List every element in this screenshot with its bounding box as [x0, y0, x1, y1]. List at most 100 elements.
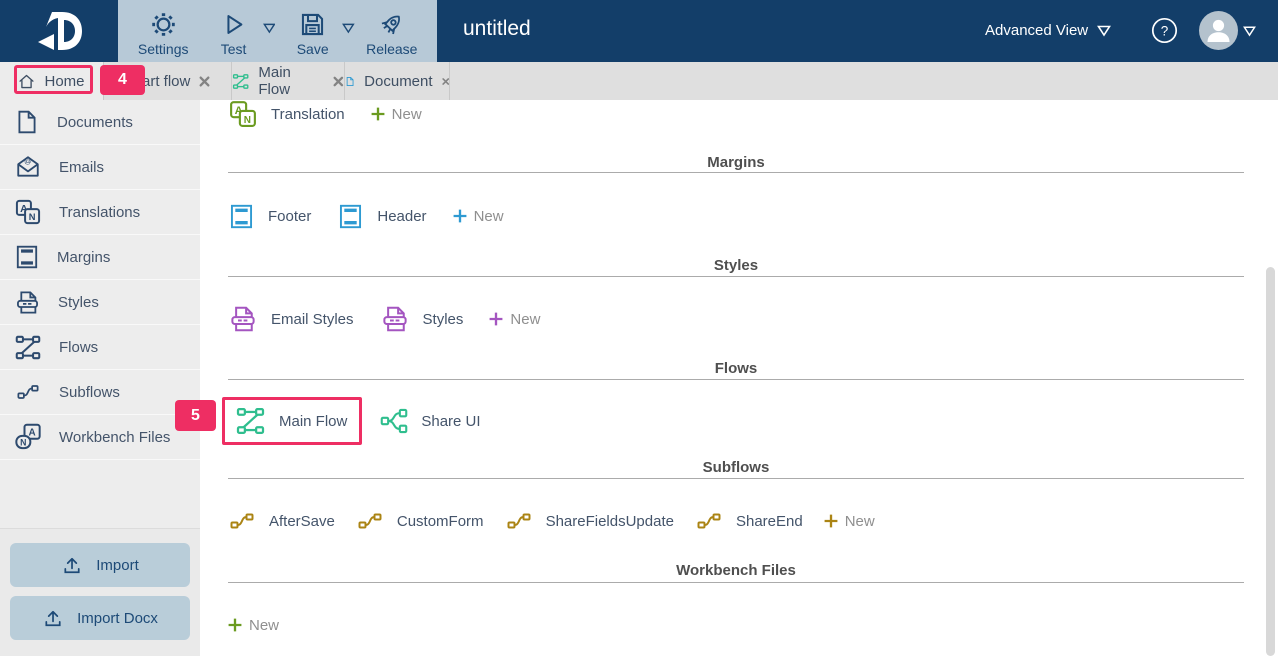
- import-docx-button[interactable]: Import Docx: [10, 596, 190, 640]
- tab-main-flow[interactable]: Main Flow: [232, 62, 345, 100]
- content-item-footer[interactable]: Footer: [228, 201, 311, 232]
- section-title-flows: Flows: [714, 360, 758, 377]
- tab-document[interactable]: Document: [345, 62, 450, 100]
- avatar[interactable]: [1199, 11, 1238, 50]
- toolbar: Settings Test Save Release: [118, 0, 437, 62]
- svg-text:N: N: [20, 438, 26, 448]
- tab-home-label: Home: [44, 72, 85, 90]
- subflow-icon: [228, 509, 256, 533]
- content-item-customform[interactable]: CustomForm: [356, 509, 484, 533]
- content-item-shareend[interactable]: ShareEnd: [695, 509, 803, 533]
- flow-icon: [235, 406, 266, 436]
- section-title-styles: Styles: [713, 257, 759, 274]
- content-item-label: AfterSave: [269, 512, 335, 530]
- content-item-label: Main Flow: [279, 412, 348, 430]
- content-item-header[interactable]: Header: [337, 201, 427, 232]
- content-item-aftersave[interactable]: AfterSave: [228, 509, 335, 533]
- test-button[interactable]: Test: [198, 0, 268, 57]
- save-label: Save: [296, 41, 329, 57]
- close-icon[interactable]: [441, 76, 449, 87]
- content-item-styles[interactable]: Styles: [380, 304, 463, 334]
- content-item-main-flow[interactable]: Main Flow: [235, 406, 347, 436]
- new-style-button[interactable]: New: [489, 311, 540, 328]
- help-icon[interactable]: ?: [1151, 17, 1178, 44]
- sidebar-item-workbench-files[interactable]: A N Workbench Files: [0, 415, 200, 460]
- user-menu-caret-icon[interactable]: [1243, 25, 1256, 37]
- section-title-margins: Margins: [707, 154, 765, 171]
- top-bar: Settings Test Save Release untitled Adva…: [0, 0, 1278, 62]
- sidebar-item-subflows[interactable]: Subflows: [0, 370, 200, 415]
- vertical-scrollbar[interactable]: [1266, 267, 1275, 656]
- annotation-box-main-flow: Main Flow: [222, 397, 363, 445]
- sidebar-item-margins[interactable]: Margins: [0, 235, 200, 280]
- sidebar-item-translations[interactable]: A N Translations: [0, 190, 200, 235]
- new-button-label: New: [249, 616, 280, 634]
- tab-home[interactable]: Home: [0, 62, 104, 100]
- sidebar-item-label: Styles: [58, 293, 99, 311]
- new-button-label: New: [844, 512, 875, 530]
- content-item-label: Share UI: [421, 412, 481, 430]
- sidebar-item-documents[interactable]: Documents: [0, 100, 200, 145]
- new-button-label: New: [510, 310, 541, 328]
- subflow-icon: [695, 509, 723, 533]
- styles-section-row: Email Styles Styles New: [228, 303, 540, 335]
- sidebar-item-emails[interactable]: @ Emails: [0, 145, 200, 190]
- annotation-badge-4: 4: [100, 65, 145, 95]
- new-button-label: New: [391, 105, 422, 123]
- sidebar-item-label: Subflows: [59, 383, 120, 401]
- main-content: A N Translation New Margins Footer Heade…: [175, 99, 1278, 656]
- workbench-section-row: New: [228, 612, 279, 638]
- content-item-sharefieldsupdate[interactable]: ShareFieldsUpdate: [505, 509, 674, 533]
- flow-icon: [232, 73, 249, 89]
- play-icon: [227, 15, 243, 34]
- content-item-share-ui[interactable]: Share UI: [380, 406, 481, 436]
- margins-section-row: Footer Header New: [228, 200, 504, 232]
- sidebar-item-label: Documents: [57, 113, 133, 131]
- plus-icon: [489, 312, 503, 326]
- styles-icon: [228, 304, 258, 334]
- gear-icon: [151, 13, 175, 36]
- translation-icon: A N: [14, 198, 42, 226]
- subflows-section-row: AfterSave CustomForm ShareFieldsUpdate S…: [228, 507, 875, 535]
- floppy-icon: [302, 13, 324, 36]
- save-button[interactable]: Save: [277, 0, 347, 57]
- content-item-translation[interactable]: A N Translation: [228, 99, 345, 129]
- tab-bar: Home art flow Main Flow Document 4: [0, 62, 1278, 100]
- sidebar-item-label: Emails: [59, 158, 105, 176]
- release-label: Release: [366, 41, 418, 57]
- import-button[interactable]: Import: [10, 543, 190, 587]
- content-item-label: CustomForm: [396, 512, 484, 530]
- app-logo-icon: [38, 12, 82, 50]
- styles-icon: [14, 289, 41, 316]
- content-item-email-styles[interactable]: Email Styles: [228, 304, 354, 334]
- workbench-icon: A N: [14, 423, 42, 451]
- svg-text:N: N: [244, 115, 251, 126]
- close-icon[interactable]: [333, 76, 344, 87]
- settings-button[interactable]: Settings: [128, 0, 198, 57]
- plus-icon: [453, 209, 466, 223]
- app-window: Settings Test Save Release untitled Adva…: [0, 0, 1278, 656]
- new-button-label: New: [473, 207, 504, 225]
- content-item-label: ShareEnd: [735, 512, 803, 530]
- advanced-view-label: Advanced View: [985, 22, 1089, 39]
- sidebar-item-label: Margins: [57, 248, 111, 266]
- new-workbench-file-button[interactable]: New: [228, 617, 279, 634]
- content-item-label: Footer: [268, 207, 312, 225]
- subflow-icon: [505, 509, 533, 533]
- new-subflow-button[interactable]: New: [824, 513, 875, 530]
- new-translation-button[interactable]: New: [371, 106, 422, 123]
- new-margin-button[interactable]: New: [453, 208, 504, 225]
- margins-icon: [228, 201, 255, 232]
- release-button[interactable]: Release: [357, 0, 427, 57]
- svg-text:A: A: [29, 427, 36, 438]
- upload-icon: [64, 557, 80, 573]
- advanced-view-dropdown[interactable]: Advanced View: [985, 22, 1112, 39]
- close-icon[interactable]: [199, 76, 210, 87]
- save-dropdown-caret-icon[interactable]: [341, 22, 355, 34]
- sidebar: Documents @ Emails A N Translations Marg…: [0, 100, 200, 656]
- section-title-subflows: Subflows: [702, 459, 770, 476]
- sidebar-item-styles[interactable]: Styles: [0, 280, 200, 325]
- sidebar-item-flows[interactable]: Flows: [0, 325, 200, 370]
- section-divider: [228, 478, 1244, 479]
- test-dropdown-caret-icon[interactable]: [262, 22, 276, 34]
